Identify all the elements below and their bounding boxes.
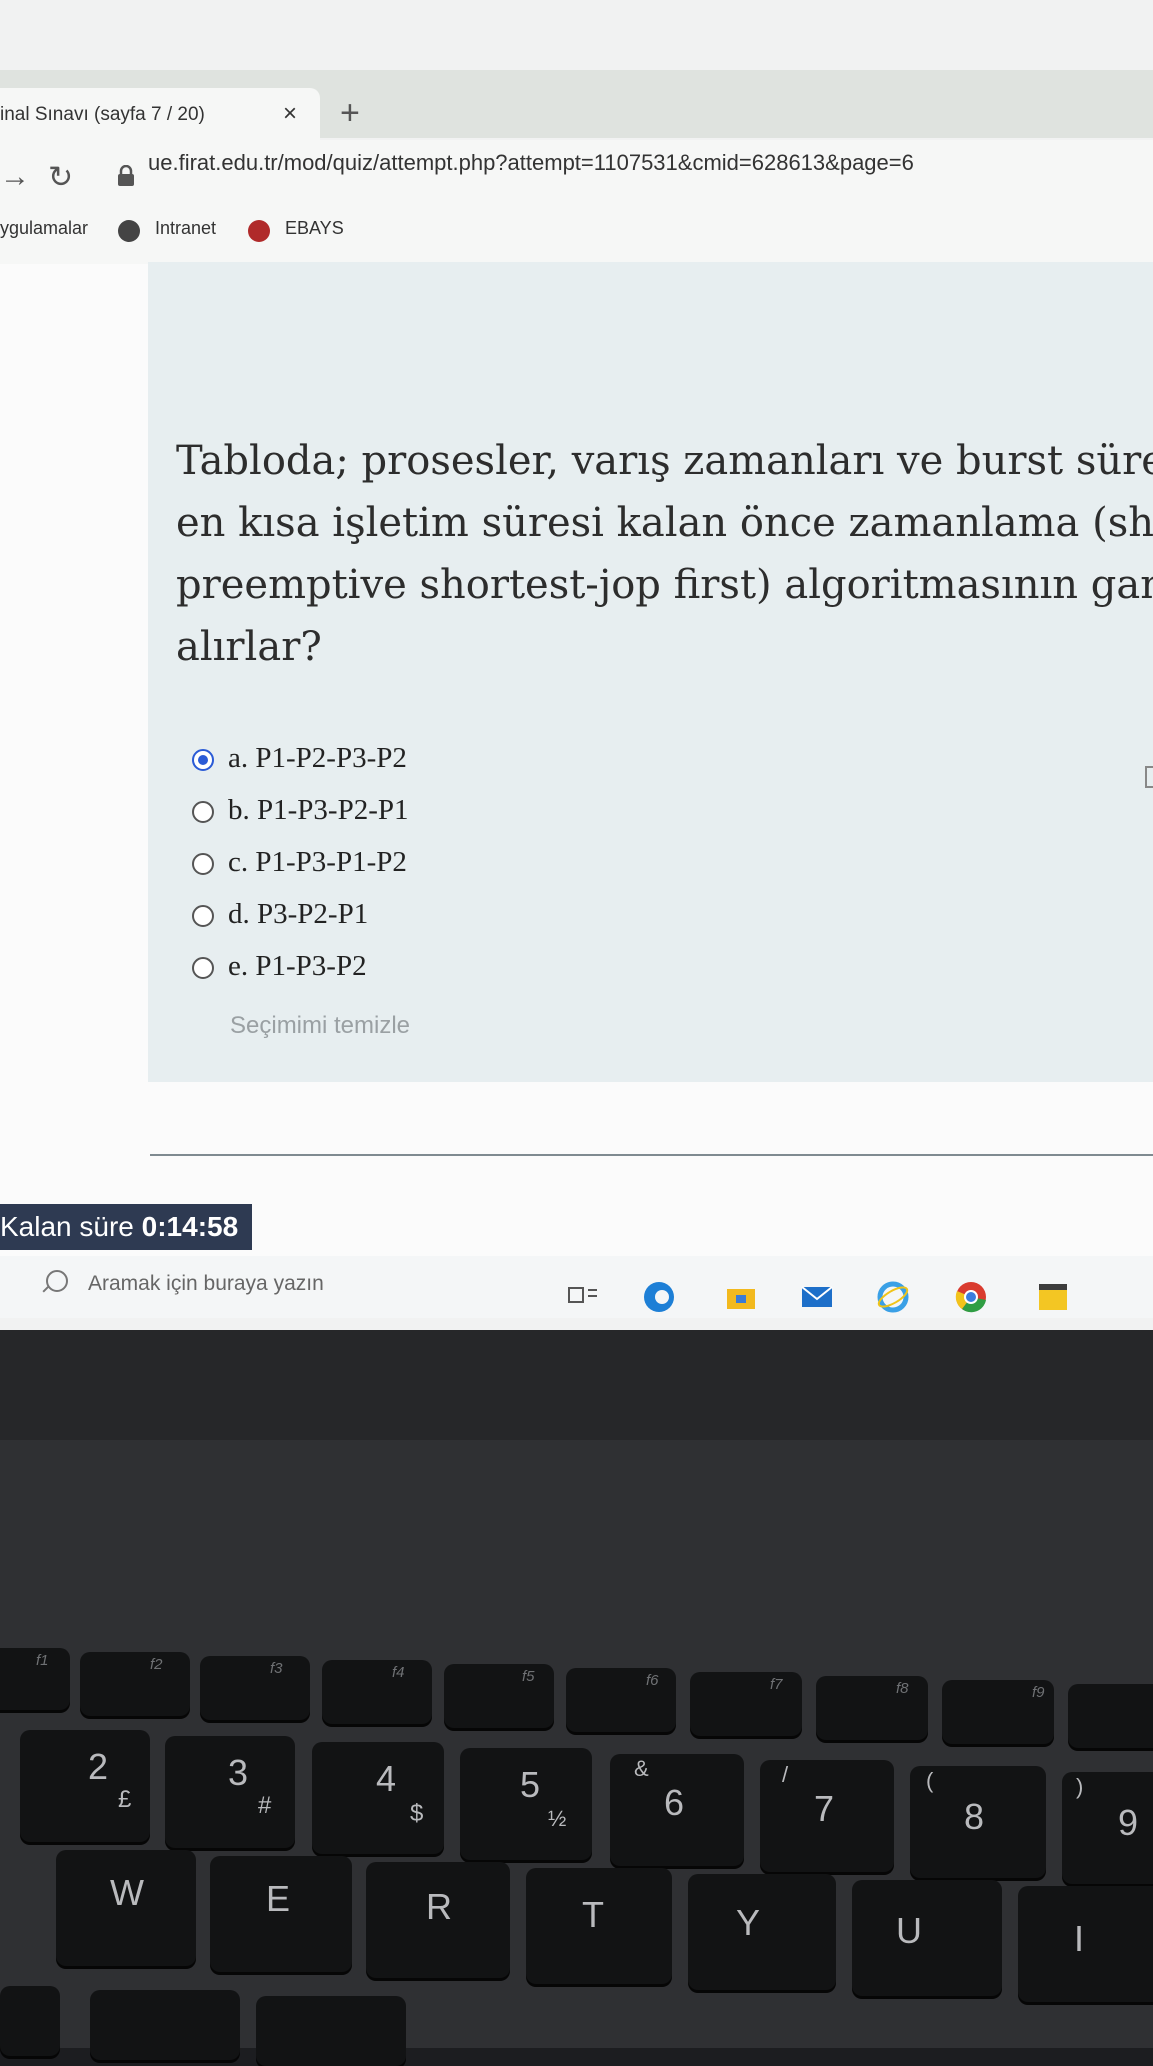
new-tab-button[interactable]: + (340, 94, 360, 133)
key-f3[interactable] (200, 1656, 310, 1720)
option-b-radio[interactable] (192, 801, 214, 823)
key-partial[interactable] (256, 1996, 406, 2066)
search-icon[interactable] (46, 1270, 68, 1292)
key-6-shift-label: & (634, 1756, 649, 1781)
tab-title[interactable]: inal Sınavı (sayfa 7 / 20) (0, 104, 205, 126)
key-f8[interactable] (816, 1676, 928, 1740)
timer-value: 0:14:58 (141, 1211, 239, 1242)
f1-label: f1 (36, 1652, 49, 1669)
clear-choice-link[interactable]: Seçimimi temizle (230, 1012, 410, 1040)
chrome-icon[interactable] (954, 1280, 988, 1314)
key-4-label: 4 (376, 1758, 397, 1799)
key-i-label: I (1074, 1918, 1085, 1959)
bookmark-ebays[interactable]: EBAYS (285, 218, 344, 239)
key-f2[interactable] (80, 1652, 190, 1716)
key-2-shift-label: £ (118, 1786, 132, 1813)
key-f7[interactable] (690, 1672, 802, 1736)
key-9-shift-label: ) (1076, 1774, 1084, 1799)
key-5-label: 5 (520, 1764, 541, 1805)
intranet-icon (118, 220, 140, 242)
option-e-label[interactable]: e. P1-P3-P2 (228, 950, 367, 983)
key-f5[interactable] (444, 1664, 554, 1728)
tab-close-button[interactable]: × (283, 100, 297, 128)
key-y[interactable] (688, 1874, 836, 1990)
key-7-label: 7 (814, 1788, 835, 1829)
question-line: Tabloda; prosesler, varış zamanları ve b… (176, 438, 1153, 484)
divider (150, 1154, 1153, 1156)
option-c-radio[interactable] (192, 853, 214, 875)
f4-label: f4 (392, 1664, 405, 1681)
key-e-label: E (266, 1878, 291, 1919)
key-f4[interactable] (322, 1660, 432, 1724)
key-6-label: 6 (664, 1782, 685, 1823)
key-7-shift-label: / (782, 1762, 789, 1787)
key-w-label: W (110, 1872, 144, 1913)
lock-icon (118, 165, 134, 186)
key-u-label: U (896, 1910, 922, 1951)
taskbar-search[interactable]: Aramak için buraya yazın (88, 1272, 324, 1296)
flag-icon[interactable] (1145, 766, 1153, 788)
bookmark-apps[interactable]: ygulamalar (0, 218, 88, 239)
key-y-label: Y (736, 1902, 761, 1943)
f3-label: f3 (270, 1660, 283, 1677)
question-text: Tabloda; prosesler, varış zamanları ve b… (176, 430, 1153, 678)
sticky-notes-icon[interactable] (1036, 1280, 1070, 1314)
key-f1[interactable] (0, 1648, 70, 1710)
key-5-shift-label: ½ (548, 1806, 567, 1831)
quiz-timer: Kalan süre 0:14:58 (0, 1204, 253, 1250)
key-f10[interactable] (1068, 1684, 1153, 1748)
bookmark-intranet[interactable]: Intranet (155, 218, 216, 239)
question-line: alırlar? (176, 624, 322, 670)
f8-label: f8 (896, 1680, 909, 1697)
option-e-radio[interactable] (192, 957, 214, 979)
key-f6[interactable] (566, 1668, 676, 1732)
key-t-label: T (582, 1894, 604, 1935)
option-b-label[interactable]: b. P1-P3-P2-P1 (228, 794, 409, 827)
key-3-shift-label: # (258, 1792, 272, 1819)
mail-icon[interactable] (800, 1280, 834, 1314)
key-partial[interactable] (90, 1990, 240, 2060)
option-d-radio[interactable] (192, 905, 214, 927)
task-view-icon[interactable] (566, 1280, 600, 1314)
option-a-radio[interactable] (192, 749, 214, 771)
f2-label: f2 (150, 1656, 163, 1673)
key-3-label: 3 (228, 1752, 249, 1793)
forward-arrow-icon[interactable]: → (0, 160, 30, 194)
key-9-label: 9 (1118, 1802, 1139, 1843)
internet-explorer-icon[interactable] (876, 1280, 910, 1314)
f9-label: f9 (1032, 1684, 1045, 1701)
key-8-label: 8 (964, 1796, 985, 1837)
key-r-label: R (426, 1886, 452, 1927)
option-d-label[interactable]: d. P3-P2-P1 (228, 898, 368, 931)
address-bar[interactable]: ue.firat.edu.tr/mod/quiz/attempt.php?att… (148, 150, 914, 176)
key-partial[interactable] (0, 1986, 60, 2056)
edge-icon[interactable] (642, 1280, 676, 1314)
key-8-shift-label: ( (926, 1768, 934, 1793)
question-line: preemptive shortest-jop first) algoritma… (176, 562, 1153, 608)
key-4-shift-label: $ (410, 1800, 424, 1827)
file-explorer-icon[interactable] (724, 1280, 758, 1314)
timer-label: Kalan süre (0, 1211, 134, 1242)
reload-icon[interactable]: ↻ (48, 160, 73, 195)
option-c-label[interactable]: c. P1-P3-P1-P2 (228, 846, 407, 879)
f7-label: f7 (770, 1676, 783, 1693)
question-line: en kısa işletim süresi kalan önce zamanl… (176, 500, 1153, 546)
key-u[interactable] (852, 1880, 1002, 1996)
f6-label: f6 (646, 1672, 659, 1689)
option-a-label[interactable]: a. P1-P2-P3-P2 (228, 742, 407, 775)
ebays-icon (248, 220, 270, 242)
screen: inal Sınavı (sayfa 7 / 20) × + → ↻ ue.fi… (0, 0, 1153, 1330)
f5-label: f5 (522, 1668, 535, 1685)
key-2-label: 2 (88, 1746, 109, 1787)
key-i[interactable] (1018, 1886, 1153, 2002)
